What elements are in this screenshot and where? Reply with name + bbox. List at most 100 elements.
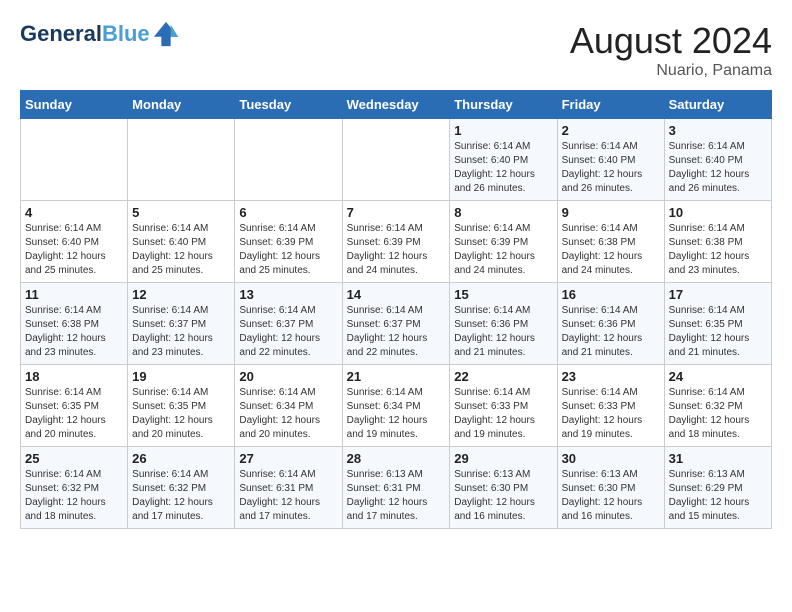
day-number: 16 bbox=[562, 287, 660, 302]
calendar-cell: 15 Sunrise: 6:14 AM Sunset: 6:36 PM Dayli… bbox=[450, 283, 557, 365]
calendar-cell: 2Sunrise: 6:14 AM Sunset: 6:40 PM Daylig… bbox=[557, 119, 664, 201]
day-number: 27 bbox=[239, 451, 337, 466]
calendar-cell: 24 Sunrise: 6:14 AM Sunset: 6:32 PM Dayli… bbox=[664, 365, 771, 447]
calendar-cell: 4Sunrise: 6:14 AM Sunset: 6:40 PM Daylig… bbox=[21, 201, 128, 283]
calendar-cell: 11 Sunrise: 6:14 AM Sunset: 6:38 PM Dayli… bbox=[21, 283, 128, 365]
day-number: 9 bbox=[562, 205, 660, 220]
page-header: GeneralBlue August 2024 Nuario, Panama bbox=[20, 20, 772, 80]
calendar-cell: 28 Sunrise: 6:13 AM Sunset: 6:31 PM Dayli… bbox=[342, 447, 450, 529]
day-info: Sunrise: 6:14 AM Sunset: 6:37 PM Dayligh… bbox=[347, 304, 446, 360]
day-number: 17 bbox=[669, 287, 767, 302]
day-number: 23 bbox=[562, 369, 660, 384]
calendar-cell: 13Sunrise: 6:14 AM Sunset: 6:37 PM Dayli… bbox=[235, 283, 342, 365]
day-info: Sunrise: 6:14 AM Sunset: 6:37 PM Dayligh… bbox=[239, 304, 337, 360]
day-info: Sunrise: 6:14 AM Sunset: 6:38 PM Dayligh… bbox=[25, 304, 123, 360]
calendar-cell: 16Sunrise: 6:14 AM Sunset: 6:36 PM Dayli… bbox=[557, 283, 664, 365]
calendar-cell: 25 Sunrise: 6:14 AM Sunset: 6:32 PM Dayli… bbox=[21, 447, 128, 529]
calendar-cell: 5Sunrise: 6:14 AM Sunset: 6:40 PM Daylig… bbox=[128, 201, 235, 283]
day-info: Sunrise: 6:13 AM Sunset: 6:30 PM Dayligh… bbox=[454, 468, 552, 524]
calendar-cell: 30 Sunrise: 6:13 AM Sunset: 6:30 PM Dayli… bbox=[557, 447, 664, 529]
day-info: Sunrise: 6:14 AM Sunset: 6:40 PM Dayligh… bbox=[669, 140, 767, 196]
day-info: Sunrise: 6:14 AM Sunset: 6:35 PM Dayligh… bbox=[132, 386, 230, 442]
col-header-sunday: Sunday bbox=[21, 91, 128, 119]
day-info: Sunrise: 6:14 AM Sunset: 6:38 PM Dayligh… bbox=[669, 222, 767, 278]
calendar-cell bbox=[235, 119, 342, 201]
week-row-5: 25 Sunrise: 6:14 AM Sunset: 6:32 PM Dayli… bbox=[21, 447, 772, 529]
day-number: 1 bbox=[454, 123, 552, 138]
day-number: 24 bbox=[669, 369, 767, 384]
logo: GeneralBlue bbox=[20, 20, 180, 48]
calendar-cell: 7 Sunrise: 6:14 AM Sunset: 6:39 PM Daylig… bbox=[342, 201, 450, 283]
title-block: August 2024 Nuario, Panama bbox=[570, 20, 772, 80]
day-number: 26 bbox=[132, 451, 230, 466]
day-info: Sunrise: 6:14 AM Sunset: 6:35 PM Dayligh… bbox=[25, 386, 123, 442]
day-number: 2 bbox=[562, 123, 660, 138]
calendar-table: SundayMondayTuesdayWednesdayThursdayFrid… bbox=[20, 90, 772, 529]
month-year: August 2024 bbox=[570, 20, 772, 62]
calendar-cell: 27 Sunrise: 6:14 AM Sunset: 6:31 PM Dayli… bbox=[235, 447, 342, 529]
day-info: Sunrise: 6:14 AM Sunset: 6:36 PM Dayligh… bbox=[454, 304, 552, 360]
day-number: 15 bbox=[454, 287, 552, 302]
day-info: Sunrise: 6:14 AM Sunset: 6:32 PM Dayligh… bbox=[25, 468, 123, 524]
day-number: 31 bbox=[669, 451, 767, 466]
calendar-cell: 9Sunrise: 6:14 AM Sunset: 6:38 PM Daylig… bbox=[557, 201, 664, 283]
day-info: Sunrise: 6:14 AM Sunset: 6:31 PM Dayligh… bbox=[239, 468, 337, 524]
calendar-cell: 26 Sunrise: 6:14 AM Sunset: 6:32 PM Dayli… bbox=[128, 447, 235, 529]
day-info: Sunrise: 6:14 AM Sunset: 6:34 PM Dayligh… bbox=[347, 386, 446, 442]
day-info: Sunrise: 6:14 AM Sunset: 6:37 PM Dayligh… bbox=[132, 304, 230, 360]
day-number: 21 bbox=[347, 369, 446, 384]
day-number: 22 bbox=[454, 369, 552, 384]
col-header-tuesday: Tuesday bbox=[235, 91, 342, 119]
calendar-cell: 20 Sunrise: 6:14 AM Sunset: 6:34 PM Dayli… bbox=[235, 365, 342, 447]
day-info: Sunrise: 6:14 AM Sunset: 6:39 PM Dayligh… bbox=[347, 222, 446, 278]
col-header-saturday: Saturday bbox=[664, 91, 771, 119]
day-number: 30 bbox=[562, 451, 660, 466]
col-header-monday: Monday bbox=[128, 91, 235, 119]
day-number: 7 bbox=[347, 205, 446, 220]
day-info: Sunrise: 6:14 AM Sunset: 6:40 PM Dayligh… bbox=[132, 222, 230, 278]
week-row-2: 4Sunrise: 6:14 AM Sunset: 6:40 PM Daylig… bbox=[21, 201, 772, 283]
calendar-cell: 12Sunrise: 6:14 AM Sunset: 6:37 PM Dayli… bbox=[128, 283, 235, 365]
calendar-cell: 3Sunrise: 6:14 AM Sunset: 6:40 PM Daylig… bbox=[664, 119, 771, 201]
logo-text: GeneralBlue bbox=[20, 22, 150, 46]
col-header-wednesday: Wednesday bbox=[342, 91, 450, 119]
day-number: 14 bbox=[347, 287, 446, 302]
day-number: 18 bbox=[25, 369, 123, 384]
calendar-cell: 21 Sunrise: 6:14 AM Sunset: 6:34 PM Dayli… bbox=[342, 365, 450, 447]
logo-icon bbox=[152, 20, 180, 48]
calendar-cell: 29 Sunrise: 6:13 AM Sunset: 6:30 PM Dayli… bbox=[450, 447, 557, 529]
calendar-cell: 17 Sunrise: 6:14 AM Sunset: 6:35 PM Dayli… bbox=[664, 283, 771, 365]
day-info: Sunrise: 6:14 AM Sunset: 6:32 PM Dayligh… bbox=[669, 386, 767, 442]
day-info: Sunrise: 6:14 AM Sunset: 6:32 PM Dayligh… bbox=[132, 468, 230, 524]
calendar-header-row: SundayMondayTuesdayWednesdayThursdayFrid… bbox=[21, 91, 772, 119]
day-info: Sunrise: 6:14 AM Sunset: 6:35 PM Dayligh… bbox=[669, 304, 767, 360]
calendar-cell: 31 Sunrise: 6:13 AM Sunset: 6:29 PM Dayli… bbox=[664, 447, 771, 529]
day-number: 8 bbox=[454, 205, 552, 220]
calendar-cell bbox=[128, 119, 235, 201]
calendar-cell: 6 Sunrise: 6:14 AM Sunset: 6:39 PM Daylig… bbox=[235, 201, 342, 283]
day-info: Sunrise: 6:13 AM Sunset: 6:29 PM Dayligh… bbox=[669, 468, 767, 524]
day-number: 25 bbox=[25, 451, 123, 466]
calendar-cell: 18 Sunrise: 6:14 AM Sunset: 6:35 PM Dayli… bbox=[21, 365, 128, 447]
day-number: 20 bbox=[239, 369, 337, 384]
calendar-cell bbox=[342, 119, 450, 201]
day-info: Sunrise: 6:13 AM Sunset: 6:31 PM Dayligh… bbox=[347, 468, 446, 524]
day-info: Sunrise: 6:14 AM Sunset: 6:40 PM Dayligh… bbox=[25, 222, 123, 278]
day-number: 10 bbox=[669, 205, 767, 220]
day-number: 29 bbox=[454, 451, 552, 466]
day-info: Sunrise: 6:14 AM Sunset: 6:33 PM Dayligh… bbox=[454, 386, 552, 442]
day-number: 28 bbox=[347, 451, 446, 466]
day-info: Sunrise: 6:14 AM Sunset: 6:39 PM Dayligh… bbox=[239, 222, 337, 278]
col-header-friday: Friday bbox=[557, 91, 664, 119]
calendar-cell: 19Sunrise: 6:14 AM Sunset: 6:35 PM Dayli… bbox=[128, 365, 235, 447]
calendar-cell: 22 Sunrise: 6:14 AM Sunset: 6:33 PM Dayli… bbox=[450, 365, 557, 447]
week-row-1: 1 Sunrise: 6:14 AM Sunset: 6:40 PM Daylig… bbox=[21, 119, 772, 201]
col-header-thursday: Thursday bbox=[450, 91, 557, 119]
calendar-cell: 23 Sunrise: 6:14 AM Sunset: 6:33 PM Dayli… bbox=[557, 365, 664, 447]
location: Nuario, Panama bbox=[570, 62, 772, 80]
day-info: Sunrise: 6:13 AM Sunset: 6:30 PM Dayligh… bbox=[562, 468, 660, 524]
day-number: 11 bbox=[25, 287, 123, 302]
day-info: Sunrise: 6:14 AM Sunset: 6:34 PM Dayligh… bbox=[239, 386, 337, 442]
day-number: 6 bbox=[239, 205, 337, 220]
day-info: Sunrise: 6:14 AM Sunset: 6:33 PM Dayligh… bbox=[562, 386, 660, 442]
